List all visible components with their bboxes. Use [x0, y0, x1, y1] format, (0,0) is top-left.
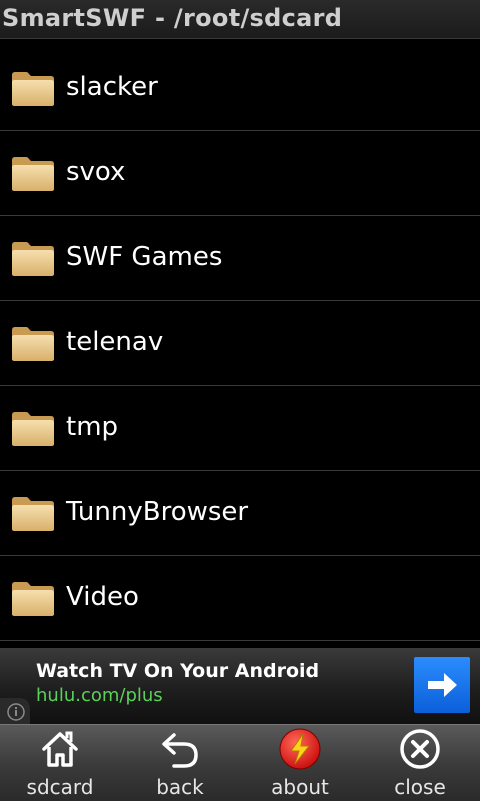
- arrow-right-icon: [428, 673, 457, 697]
- folder-icon: [12, 582, 54, 616]
- back-arrow-icon: [162, 733, 198, 768]
- sdcard-button[interactable]: sdcard: [0, 725, 120, 801]
- folder-label: TunnyBrowser: [66, 497, 249, 527]
- folder-icon: [12, 327, 54, 361]
- folder-label: tmp: [66, 412, 119, 442]
- back-button[interactable]: back: [120, 725, 240, 801]
- window-title: SmartSWF - /root/sdcard: [2, 4, 343, 32]
- folder-label: slacker: [66, 72, 158, 102]
- folder-label: svox: [66, 157, 126, 187]
- toolbar-label: sdcard: [26, 775, 94, 799]
- folder-label: SWF Games: [66, 242, 223, 272]
- folder-row[interactable]: slacker: [0, 46, 480, 131]
- folder-row[interactable]: TunnyBrowser: [0, 471, 480, 556]
- home-icon: [42, 731, 78, 767]
- toolbar-label: close: [394, 775, 446, 799]
- folder-row[interactable]: Video: [0, 556, 480, 641]
- folder-icon: [12, 242, 54, 276]
- about-button[interactable]: about: [240, 725, 360, 801]
- toolbar-label: back: [156, 775, 204, 799]
- info-icon: [7, 703, 25, 721]
- folder-label: Video: [66, 582, 139, 612]
- folder-list[interactable]: slacker svox SWF Games telenav tmp Tunny…: [0, 46, 480, 642]
- folder-label: telenav: [66, 327, 164, 357]
- folder-row[interactable]: svox: [0, 131, 480, 216]
- folder-row[interactable]: tmp: [0, 386, 480, 471]
- title-bar: SmartSWF - /root/sdcard: [0, 0, 480, 39]
- toolbar-label: about: [271, 775, 329, 799]
- bottom-toolbar: sdcard back about close: [0, 724, 480, 801]
- ad-info-button[interactable]: [0, 698, 30, 724]
- folder-icon: [12, 157, 54, 191]
- folder-row[interactable]: telenav: [0, 301, 480, 386]
- close-icon: [400, 729, 440, 769]
- folder-row[interactable]: SWF Games: [0, 216, 480, 301]
- ad-banner[interactable]: Watch TV On Your Android hulu.com/plus: [0, 648, 480, 724]
- ad-url[interactable]: hulu.com/plus: [36, 685, 163, 706]
- folder-icon: [12, 497, 54, 531]
- ad-headline[interactable]: Watch TV On Your Android: [36, 660, 319, 682]
- close-button[interactable]: close: [360, 725, 480, 801]
- folder-icon: [12, 412, 54, 446]
- lightning-icon: [279, 728, 321, 770]
- ad-go-button[interactable]: [414, 657, 470, 713]
- folder-icon: [12, 72, 54, 106]
